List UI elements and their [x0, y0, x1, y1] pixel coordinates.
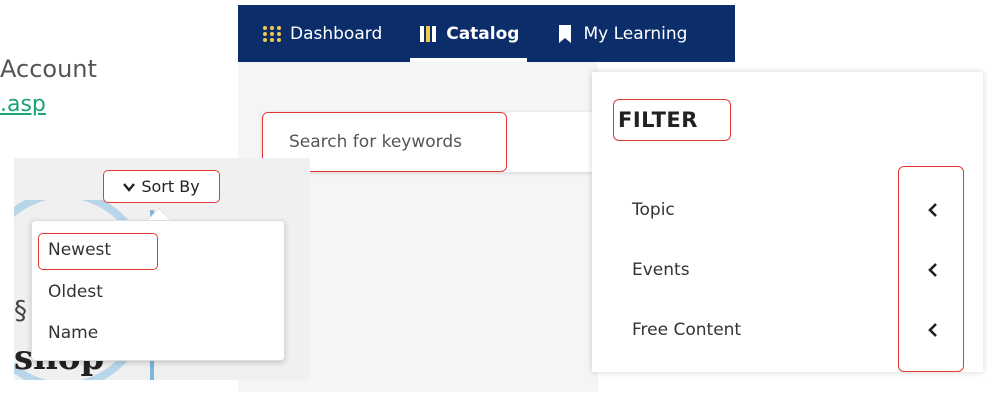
bookmark-icon: [555, 24, 575, 44]
sort-option-name[interactable]: Name: [48, 323, 98, 343]
chevron-left-icon[interactable]: [926, 322, 940, 338]
grid-dots-icon: [262, 24, 282, 44]
account-text-fragment: Account: [0, 55, 97, 83]
filter-item-label: Topic: [632, 200, 675, 220]
chevron-left-icon[interactable]: [926, 262, 940, 278]
sort-by-label: Sort By: [141, 177, 200, 196]
chevron-left-icon[interactable]: [926, 202, 940, 218]
sort-by-button[interactable]: Sort By: [103, 170, 220, 203]
filter-item-topic[interactable]: Topic: [632, 195, 932, 225]
asp-link-fragment[interactable]: .asp: [0, 92, 46, 117]
nav-dashboard-label: Dashboard: [290, 23, 383, 44]
book-icon: [418, 24, 438, 44]
sort-option-newest[interactable]: Newest: [48, 240, 111, 260]
nav-catalog-label: Catalog: [446, 23, 520, 44]
sort-option-oldest[interactable]: Oldest: [48, 282, 103, 302]
chevron-down-icon: [123, 182, 136, 192]
nav-my-learning-label: My Learning: [583, 23, 688, 44]
filter-item-events[interactable]: Events: [632, 255, 932, 285]
filter-item-label: Free Content: [632, 320, 742, 340]
nav-dashboard[interactable]: Dashboard: [238, 5, 400, 62]
dropdown-pointer: [148, 209, 170, 220]
filter-title: FILTER: [613, 99, 731, 141]
filter-item-label: Events: [632, 260, 690, 280]
nav-my-learning[interactable]: My Learning: [537, 5, 705, 62]
decorative-mark: §: [14, 296, 27, 326]
nav-catalog[interactable]: Catalog: [400, 5, 537, 62]
filter-item-free-content[interactable]: Free Content: [632, 315, 932, 345]
top-nav-bar: Dashboard Catalog My Learning: [238, 5, 735, 62]
